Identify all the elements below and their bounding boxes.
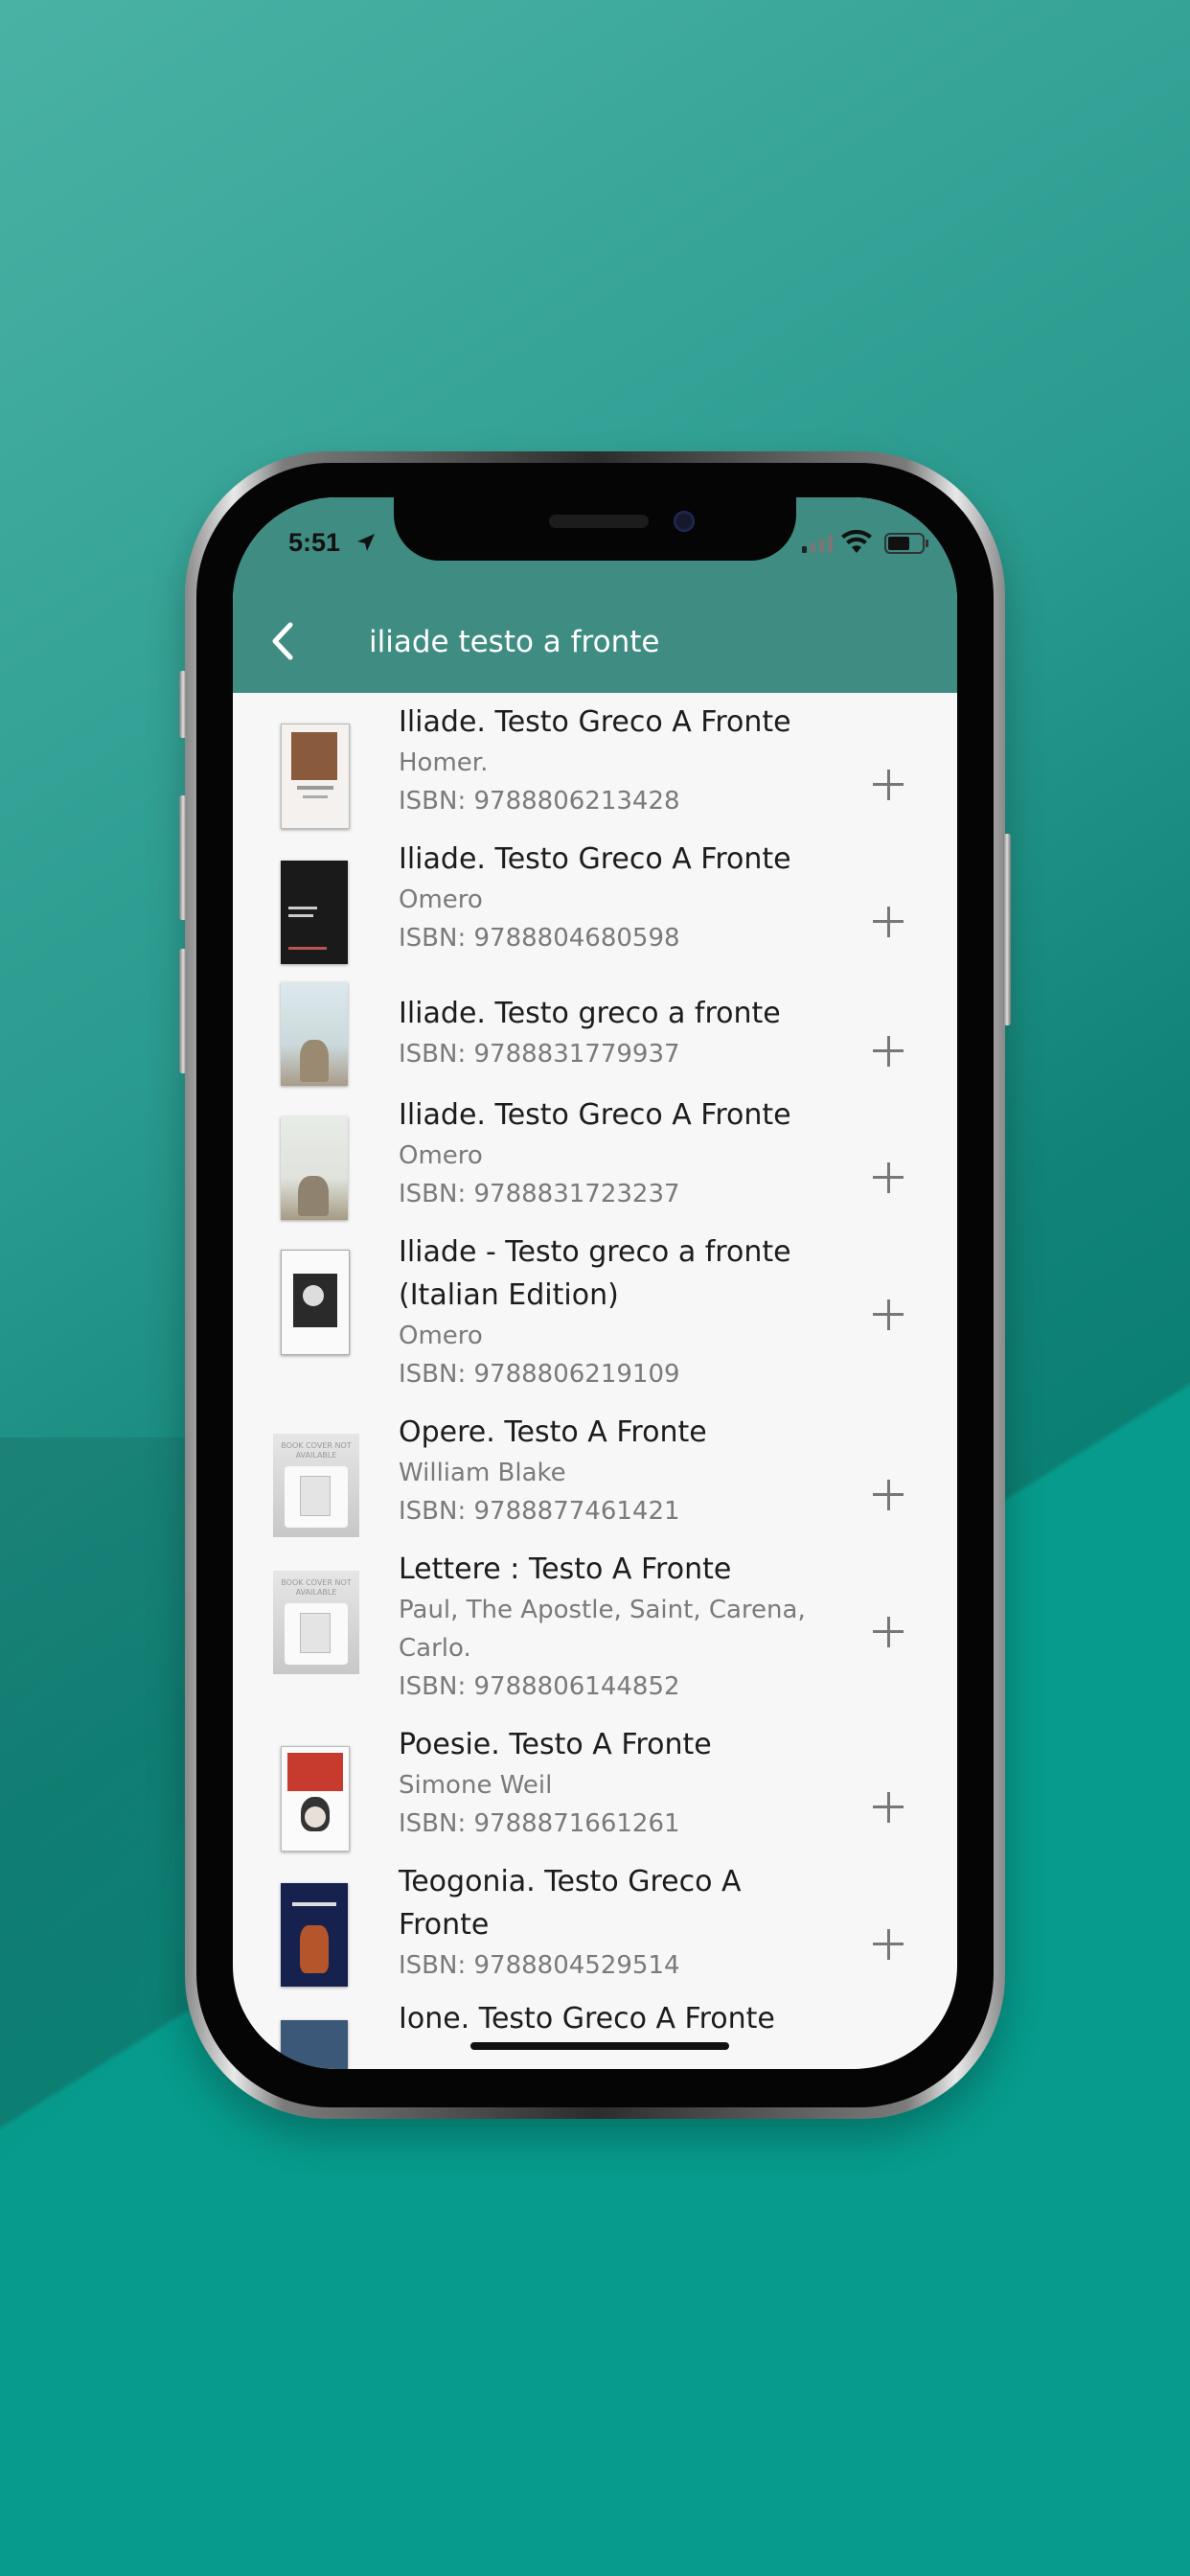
- notch: [394, 497, 796, 561]
- book-title: Iliade. Testo greco a fronte: [399, 997, 781, 1030]
- book-cover-placeholder: BOOK COVER NOT AVAILABLE: [273, 1434, 359, 1537]
- book-cover: [281, 1116, 348, 1220]
- add-book-button[interactable]: [873, 905, 907, 939]
- book-cover: [281, 982, 348, 1086]
- add-book-button[interactable]: [873, 1478, 907, 1512]
- add-book-button[interactable]: [873, 1298, 907, 1332]
- cover-placeholder-text: BOOK COVER NOT AVAILABLE: [281, 1578, 352, 1597]
- book-isbn: ISBN: 9788831779937: [399, 1040, 680, 1069]
- status-time: 5:51: [288, 528, 341, 557]
- add-book-button[interactable]: [873, 1790, 907, 1825]
- back-button[interactable]: [258, 612, 308, 670]
- book-cover-placeholder: BOOK COVER NOT AVAILABLE: [273, 1571, 359, 1674]
- book-isbn: ISBN: 9788806144852: [399, 1672, 680, 1701]
- add-book-button[interactable]: [873, 1615, 907, 1649]
- volume-down-button: [179, 949, 187, 1073]
- book-isbn: ISBN: 9788877461421: [399, 1497, 680, 1526]
- location-arrow-icon: [357, 534, 375, 551]
- speaker: [549, 515, 649, 528]
- power-button: [1003, 834, 1011, 1025]
- book-author: Homer.: [399, 748, 489, 777]
- battery-icon: [884, 533, 928, 554]
- front-camera: [674, 511, 695, 532]
- book-author: Omero: [399, 1322, 483, 1350]
- add-book-button[interactable]: [873, 1927, 907, 1962]
- book-isbn: ISBN: 9788804529514: [399, 1951, 680, 1980]
- book-title: Iliade. Testo Greco A Fronte: [399, 1098, 791, 1132]
- wifi-icon: [841, 530, 872, 553]
- book-title: Ione. Testo Greco A Fronte: [399, 2002, 775, 2036]
- book-isbn: ISBN: 9788804680598: [399, 924, 680, 953]
- app-header: 5:51 iliade testo a fronte: [233, 497, 957, 693]
- add-book-button[interactable]: [873, 768, 907, 802]
- book-title: Iliade. Testo Greco A Fronte: [399, 705, 791, 739]
- book-isbn: ISBN: 9788806219109: [399, 1360, 680, 1389]
- book-title: Iliade. Testo Greco A Fronte: [399, 842, 791, 876]
- search-query-title: iliade testo a fronte: [369, 625, 660, 659]
- cellular-signal-icon: [802, 535, 833, 553]
- book-isbn: ISBN: 9788831723237: [399, 1180, 680, 1208]
- book-isbn: ISBN: 9788806213428: [399, 787, 680, 816]
- book-title: Opere. Testo A Fronte: [399, 1415, 707, 1449]
- book-author: Simone Weil: [399, 1771, 553, 1800]
- book-author: Omero: [399, 1141, 483, 1170]
- book-cover: [281, 1883, 348, 1987]
- book-title: Teogonia. Testo Greco A Fronte: [399, 1865, 742, 1942]
- volume-up-button: [179, 795, 187, 920]
- add-book-button[interactable]: [873, 1161, 907, 1195]
- book-cover: [281, 1250, 350, 1355]
- book-author: William Blake: [399, 1459, 566, 1487]
- book-title: Iliade - Testo greco a fronte (Italian E…: [399, 1235, 791, 1312]
- book-cover: [281, 861, 348, 964]
- chevron-left-icon: [272, 622, 293, 660]
- book-title: Lettere : Testo A Fronte: [399, 1552, 732, 1586]
- book-author: Paul, The Apostle, Saint, Carena, Carlo.: [399, 1596, 806, 1663]
- add-book-button[interactable]: [873, 1034, 907, 1069]
- book-title: Poesie. Testo A Fronte: [399, 1728, 712, 1761]
- book-cover: [281, 2020, 348, 2069]
- book-cover: [281, 724, 350, 829]
- app-screen: 5:51 iliade testo a fronte Iliade. Testo…: [233, 497, 957, 2069]
- mute-switch: [179, 671, 187, 738]
- home-indicator: [470, 2042, 729, 2050]
- book-cover: [281, 1746, 350, 1852]
- book-isbn: ISBN: 9788871661261: [399, 1809, 680, 1838]
- book-author: Omero: [399, 886, 483, 914]
- cover-placeholder-text: BOOK COVER NOT AVAILABLE: [281, 1441, 352, 1460]
